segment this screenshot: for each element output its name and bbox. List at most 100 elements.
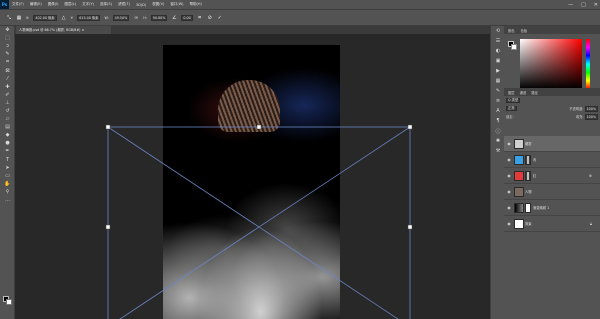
y-field[interactable]: 615.00 像素	[77, 14, 101, 21]
brush-tool-icon[interactable]: ✐	[0, 91, 15, 99]
actions-icon[interactable]: ▶	[491, 66, 505, 76]
pen-tool-icon[interactable]: ✒	[0, 147, 15, 155]
history-icon[interactable]: ⟲	[491, 26, 505, 36]
layer-kind-filter[interactable]: Q 类型	[506, 98, 521, 103]
visibility-eye-icon[interactable]: ◉	[504, 141, 514, 146]
layer-row[interactable]: ◉ 人物	[504, 184, 600, 200]
menu-window[interactable]: 窗口(W)	[167, 2, 186, 7]
eyedropper-tool-icon[interactable]: ⁄	[0, 75, 15, 83]
warp-icon[interactable]: ⌗	[197, 15, 203, 21]
layer-style-icon[interactable]: ⊕	[589, 173, 592, 178]
frame-tool-icon[interactable]: ⊠	[0, 66, 15, 74]
layer-mask-thumbnail[interactable]	[525, 202, 531, 213]
clone-stamp-tool-icon[interactable]: ⊥	[0, 99, 15, 107]
path-select-tool-icon[interactable]: ➤	[0, 164, 15, 172]
tab-channels[interactable]: 通道	[520, 90, 527, 95]
marquee-tool-icon[interactable]: ⬚	[0, 34, 15, 42]
eraser-tool-icon[interactable]: ▱	[0, 115, 15, 123]
handle-top-right[interactable]	[407, 124, 413, 130]
visibility-eye-icon[interactable]: ◉	[504, 173, 514, 178]
reference-point-icon[interactable]: ▦	[16, 15, 22, 21]
angle-field[interactable]: 0.00	[181, 14, 193, 21]
gradient-tool-icon[interactable]: ▤	[0, 123, 15, 131]
paragraph-icon[interactable]: ¶	[491, 116, 505, 126]
menu-help[interactable]: 帮助(H)	[187, 2, 205, 7]
menu-filter[interactable]: 滤镜(T)	[115, 2, 133, 7]
lasso-tool-icon[interactable]: ↄ	[0, 42, 15, 50]
minimize-icon[interactable]: —	[568, 2, 573, 8]
handle-middle-left[interactable]	[105, 224, 111, 230]
menu-type[interactable]: 文字(Y)	[79, 2, 97, 7]
transform-bounding-box[interactable]	[15, 34, 490, 319]
handle-top-left[interactable]	[105, 124, 111, 130]
document-tab-active[interactable]: 人物海报.psd @ 66.7% (烟雾, RGB/8#) ×	[16, 26, 111, 34]
menu-file[interactable]: 文件(F)	[9, 2, 27, 7]
delta-icon[interactable]: △	[61, 15, 67, 21]
handle-middle-right[interactable]	[407, 224, 413, 230]
visibility-eye-icon[interactable]: ◉	[504, 205, 514, 210]
layer-row[interactable]: ◉ 红 ⊕	[504, 168, 600, 184]
layer-mask-thumbnail[interactable]	[525, 170, 531, 181]
width-field[interactable]: 49.50%	[112, 14, 130, 21]
channels-icon[interactable]: ≡	[491, 96, 505, 106]
move-tool-icon[interactable]: ✥	[0, 26, 15, 34]
visibility-eye-icon[interactable]: ◉	[504, 221, 514, 226]
swatches-icon[interactable]: ▦	[491, 76, 505, 86]
hand-tool-icon[interactable]: ✋	[0, 180, 15, 188]
maximize-icon[interactable]: □	[581, 2, 586, 8]
visibility-eye-icon[interactable]: ◉	[504, 189, 514, 194]
layer-mask-thumbnail[interactable]	[525, 154, 531, 165]
dodge-tool-icon[interactable]: ●	[0, 139, 15, 147]
blur-tool-icon[interactable]: ◆	[0, 131, 15, 139]
type-tool-icon[interactable]: T	[0, 156, 15, 164]
cancel-icon[interactable]: ⊘	[207, 15, 213, 21]
properties-icon[interactable]: ☰	[491, 36, 505, 46]
paths-icon[interactable]: ✎	[491, 86, 505, 96]
visibility-eye-icon[interactable]: ◉	[504, 157, 514, 162]
libraries-icon[interactable]: ▣	[491, 56, 505, 66]
zoom-tool-icon[interactable]: ⚲	[0, 188, 15, 196]
info-icon[interactable]: ⓘ	[491, 126, 505, 136]
transform-frame[interactable]	[107, 126, 411, 319]
layer-row[interactable]: ◉ 渐变映射 1	[504, 200, 600, 216]
tab-swatches[interactable]: 色板	[521, 28, 528, 33]
menu-3d[interactable]: 3D(D)	[133, 3, 149, 7]
canvas-workspace[interactable]	[15, 34, 490, 319]
brush-settings-icon[interactable]: ✺	[491, 136, 505, 146]
menu-image[interactable]: 图像(I)	[45, 2, 62, 7]
handle-top-center[interactable]	[256, 124, 262, 130]
rectangle-tool-icon[interactable]: ▭	[0, 172, 15, 180]
menu-view[interactable]: 视图(V)	[149, 2, 167, 7]
close-icon[interactable]: ✕	[594, 2, 598, 8]
opacity-field[interactable]: 100%	[584, 106, 598, 112]
adjustments-icon[interactable]: ◐	[491, 46, 505, 56]
hue-slider[interactable]	[586, 39, 590, 89]
history-brush-tool-icon[interactable]: ↺	[0, 107, 15, 115]
blend-mode-select[interactable]: 正常	[506, 106, 517, 111]
tab-paths[interactable]: 路径	[531, 90, 538, 95]
more-tools-icon[interactable]: …	[0, 196, 15, 204]
layer-row[interactable]: ◉ 背景 🔒︎	[504, 216, 600, 232]
tab-color[interactable]: 颜色	[508, 28, 515, 33]
character-icon[interactable]: A	[491, 106, 505, 116]
menu-layer[interactable]: 图层(L)	[61, 2, 79, 7]
layer-row[interactable]: ◉ 青	[504, 152, 600, 168]
quick-select-tool-icon[interactable]: ✎	[0, 50, 15, 58]
healing-brush-tool-icon[interactable]: ✚	[0, 83, 15, 91]
color-panel-background[interactable]	[511, 44, 517, 50]
height-field[interactable]: 90.80%	[150, 14, 168, 21]
link-icon[interactable]: ∞	[133, 15, 139, 21]
commit-check-icon[interactable]: ✓	[217, 15, 223, 21]
background-color-swatch[interactable]	[6, 299, 12, 305]
tab-layers[interactable]: 图层	[508, 90, 515, 95]
color-field[interactable]	[520, 39, 582, 89]
fill-field[interactable]: 100%	[584, 114, 598, 120]
crop-tool-icon[interactable]: ⌗	[0, 58, 15, 66]
menu-select[interactable]: 选择(S)	[97, 2, 115, 7]
transform-tool-icon[interactable]: ⤡	[6, 15, 12, 21]
menu-edit[interactable]: 编辑(E)	[27, 2, 45, 7]
x-field[interactable]: 402.00 像素	[33, 14, 57, 21]
layer-row[interactable]: ◉ 烟雾	[504, 136, 600, 152]
photoshop-logo[interactable]: Ps	[0, 0, 9, 9]
tool-presets-icon[interactable]: ⚒	[491, 146, 505, 156]
